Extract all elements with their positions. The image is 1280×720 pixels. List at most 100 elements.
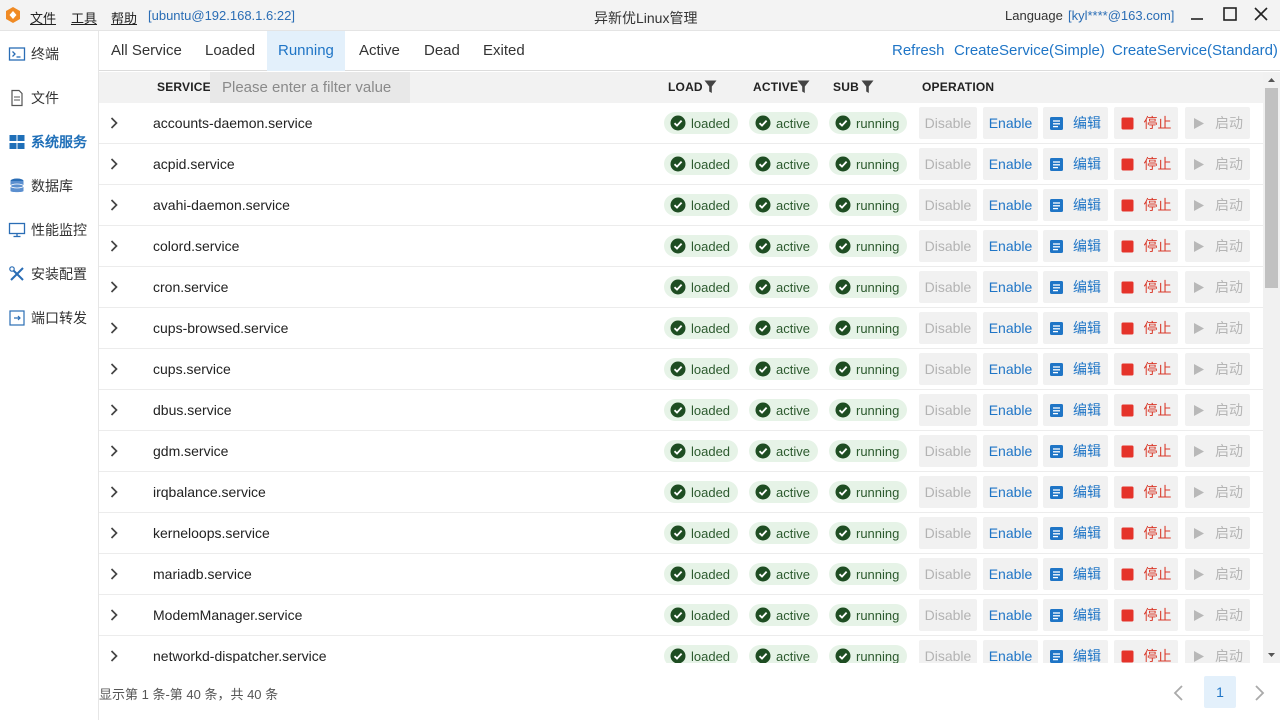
enable-button[interactable]: Enable: [983, 148, 1038, 180]
disable-button[interactable]: Disable: [919, 558, 977, 590]
stop-button[interactable]: 停止: [1114, 271, 1178, 303]
tab-running[interactable]: Running: [267, 31, 345, 71]
enable-button[interactable]: Enable: [983, 599, 1038, 631]
start-button[interactable]: 启动: [1185, 640, 1250, 663]
expand-chevron-icon[interactable]: [107, 566, 121, 582]
edit-button[interactable]: 编辑: [1043, 271, 1108, 303]
start-button[interactable]: 启动: [1185, 312, 1250, 344]
sidebar-item-monitor[interactable]: 性能监控: [0, 216, 98, 244]
maximize-icon[interactable]: [1219, 4, 1241, 26]
disable-button[interactable]: Disable: [919, 394, 977, 426]
stop-button[interactable]: 停止: [1114, 640, 1178, 663]
menu-tools[interactable]: 工具: [71, 8, 97, 27]
edit-button[interactable]: 编辑: [1043, 435, 1108, 467]
expand-chevron-icon[interactable]: [107, 197, 121, 213]
sidebar-item-terminal[interactable]: 终端: [0, 40, 98, 68]
disable-button[interactable]: Disable: [919, 189, 977, 221]
stop-button[interactable]: 停止: [1114, 517, 1178, 549]
enable-button[interactable]: Enable: [983, 271, 1038, 303]
menu-file[interactable]: 文件: [30, 8, 56, 27]
filter-sub-icon[interactable]: [861, 80, 874, 94]
disable-button[interactable]: Disable: [919, 148, 977, 180]
start-button[interactable]: 启动: [1185, 189, 1250, 221]
start-button[interactable]: 启动: [1185, 517, 1250, 549]
expand-chevron-icon[interactable]: [107, 320, 121, 336]
edit-button[interactable]: 编辑: [1043, 558, 1108, 590]
stop-button[interactable]: 停止: [1114, 107, 1178, 139]
edit-button[interactable]: 编辑: [1043, 230, 1108, 262]
stop-button[interactable]: 停止: [1114, 435, 1178, 467]
edit-button[interactable]: 编辑: [1043, 517, 1108, 549]
enable-button[interactable]: Enable: [983, 476, 1038, 508]
language-menu[interactable]: Language: [1005, 8, 1063, 23]
stop-button[interactable]: 停止: [1114, 476, 1178, 508]
sidebar-item-install[interactable]: 安装配置: [0, 260, 98, 288]
start-button[interactable]: 启动: [1185, 394, 1250, 426]
edit-button[interactable]: 编辑: [1043, 394, 1108, 426]
start-button[interactable]: 启动: [1185, 353, 1250, 385]
enable-button[interactable]: Enable: [983, 394, 1038, 426]
sidebar-item-services[interactable]: 系统服务: [0, 128, 98, 156]
expand-chevron-icon[interactable]: [107, 607, 121, 623]
tab-dead[interactable]: Dead: [413, 31, 471, 71]
tab-loaded[interactable]: Loaded: [194, 31, 266, 71]
disable-button[interactable]: Disable: [919, 107, 977, 139]
stop-button[interactable]: 停止: [1114, 230, 1178, 262]
sidebar-item-database[interactable]: 数据库: [0, 172, 98, 200]
scroll-up-icon[interactable]: [1263, 72, 1280, 88]
start-button[interactable]: 启动: [1185, 271, 1250, 303]
edit-button[interactable]: 编辑: [1043, 353, 1108, 385]
start-button[interactable]: 启动: [1185, 230, 1250, 262]
stop-button[interactable]: 停止: [1114, 189, 1178, 221]
edit-button[interactable]: 编辑: [1043, 189, 1108, 221]
create-service-standard-button[interactable]: CreateService(Standard): [1112, 31, 1278, 71]
expand-chevron-icon[interactable]: [107, 238, 121, 254]
minimize-icon[interactable]: [1186, 4, 1208, 26]
expand-chevron-icon[interactable]: [107, 443, 121, 459]
edit-button[interactable]: 编辑: [1043, 107, 1108, 139]
sidebar-item-port-forward[interactable]: 端口转发: [0, 304, 98, 332]
tab-exited[interactable]: Exited: [472, 31, 536, 71]
stop-button[interactable]: 停止: [1114, 312, 1178, 344]
expand-chevron-icon[interactable]: [107, 361, 121, 377]
expand-chevron-icon[interactable]: [107, 279, 121, 295]
create-service-simple-button[interactable]: CreateService(Simple): [954, 31, 1105, 71]
enable-button[interactable]: Enable: [983, 517, 1038, 549]
tab-all-service[interactable]: All Service: [100, 31, 193, 71]
scrollbar-thumb[interactable]: [1265, 88, 1278, 288]
edit-button[interactable]: 编辑: [1043, 476, 1108, 508]
menu-help[interactable]: 帮助: [111, 8, 137, 27]
start-button[interactable]: 启动: [1185, 107, 1250, 139]
start-button[interactable]: 启动: [1185, 435, 1250, 467]
edit-button[interactable]: 编辑: [1043, 148, 1108, 180]
edit-button[interactable]: 编辑: [1043, 599, 1108, 631]
enable-button[interactable]: Enable: [983, 312, 1038, 344]
next-page-icon[interactable]: [1250, 683, 1268, 703]
disable-button[interactable]: Disable: [919, 435, 977, 467]
disable-button[interactable]: Disable: [919, 517, 977, 549]
stop-button[interactable]: 停止: [1114, 353, 1178, 385]
enable-button[interactable]: Enable: [983, 230, 1038, 262]
disable-button[interactable]: Disable: [919, 599, 977, 631]
table-scrollbar[interactable]: [1263, 72, 1280, 663]
disable-button[interactable]: Disable: [919, 640, 977, 663]
expand-chevron-icon[interactable]: [107, 484, 121, 500]
disable-button[interactable]: Disable: [919, 312, 977, 344]
stop-button[interactable]: 停止: [1114, 148, 1178, 180]
filter-input[interactable]: [210, 72, 410, 103]
enable-button[interactable]: Enable: [983, 107, 1038, 139]
page-number-current[interactable]: 1: [1204, 676, 1236, 708]
filter-load-icon[interactable]: [704, 80, 717, 94]
disable-button[interactable]: Disable: [919, 271, 977, 303]
start-button[interactable]: 启动: [1185, 599, 1250, 631]
stop-button[interactable]: 停止: [1114, 394, 1178, 426]
expand-chevron-icon[interactable]: [107, 525, 121, 541]
edit-button[interactable]: 编辑: [1043, 640, 1108, 663]
start-button[interactable]: 启动: [1185, 148, 1250, 180]
prev-page-icon[interactable]: [1170, 683, 1188, 703]
edit-button[interactable]: 编辑: [1043, 312, 1108, 344]
close-icon[interactable]: [1250, 4, 1272, 26]
stop-button[interactable]: 停止: [1114, 558, 1178, 590]
filter-active-icon[interactable]: [797, 80, 810, 94]
sidebar-item-file[interactable]: 文件: [0, 84, 98, 112]
